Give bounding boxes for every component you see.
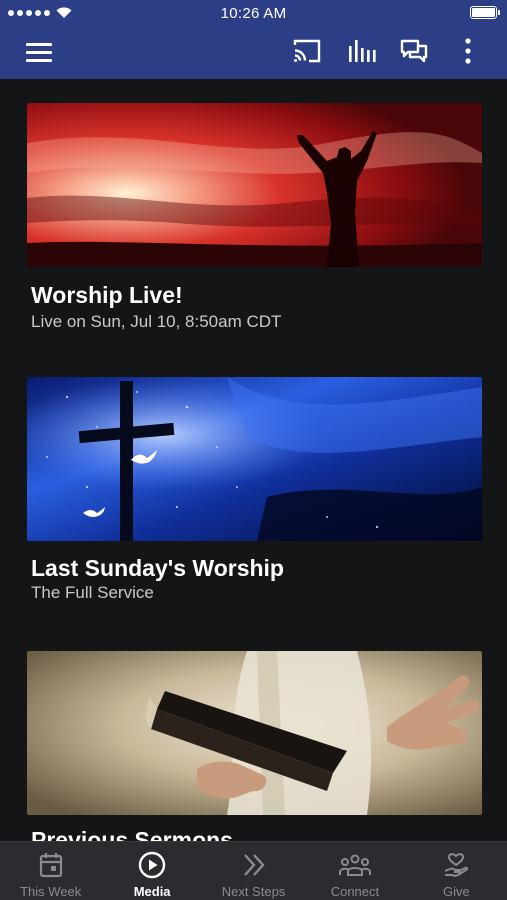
- heart-hand-icon: [444, 853, 469, 877]
- tab-label: This Week: [20, 884, 82, 899]
- last-sunday-thumbnail: [27, 377, 482, 541]
- media-card-last-sunday[interactable]: Last Sunday's Worship The Full Service: [27, 377, 482, 627]
- audio-bars-icon[interactable]: [345, 38, 377, 68]
- calendar-icon: [39, 853, 62, 878]
- tab-bar: This Week Media Next Steps Connect Give: [0, 841, 507, 900]
- double-chevron-right-icon: [243, 854, 265, 876]
- previous-sermons-thumbnail: [27, 651, 482, 815]
- app-bar: [0, 28, 507, 79]
- tab-label: Media: [133, 884, 171, 899]
- tab-connect[interactable]: Connect: [304, 842, 405, 900]
- card-title: Worship Live!: [31, 282, 183, 308]
- media-feed: Worship Live! Live on Sun, Jul 10, 8:50a…: [0, 79, 507, 841]
- menu-icon[interactable]: [24, 40, 54, 64]
- chat-icon[interactable]: [398, 38, 430, 68]
- header: 10:26 AM: [0, 0, 507, 79]
- card-subtitle: The Full Service: [31, 583, 154, 602]
- media-card-previous-sermons[interactable]: Previous Sermons: [27, 651, 482, 841]
- status-bar: 10:26 AM: [0, 0, 507, 28]
- worship-live-thumbnail: [27, 103, 482, 267]
- tab-this-week[interactable]: This Week: [0, 842, 101, 900]
- card-title: Previous Sermons: [31, 827, 233, 841]
- tab-label: Give: [442, 884, 470, 899]
- more-vertical-icon[interactable]: [452, 38, 484, 68]
- battery-icon: [470, 6, 500, 19]
- tab-next-steps[interactable]: Next Steps: [203, 842, 304, 900]
- tab-give[interactable]: Give: [406, 842, 507, 900]
- tab-label: Next Steps: [221, 884, 286, 899]
- play-circle-icon: [138, 851, 166, 879]
- status-time: 10:26 AM: [220, 5, 287, 22]
- media-card-worship-live[interactable]: Worship Live! Live on Sun, Jul 10, 8:50a…: [27, 103, 482, 353]
- people-icon: [338, 854, 371, 876]
- tab-media[interactable]: Media: [101, 842, 202, 900]
- card-subtitle: Live on Sun, Jul 10, 8:50am CDT: [31, 312, 282, 331]
- cast-icon[interactable]: [291, 38, 323, 68]
- card-title: Last Sunday's Worship: [31, 555, 284, 581]
- tab-label: Connect: [330, 884, 380, 899]
